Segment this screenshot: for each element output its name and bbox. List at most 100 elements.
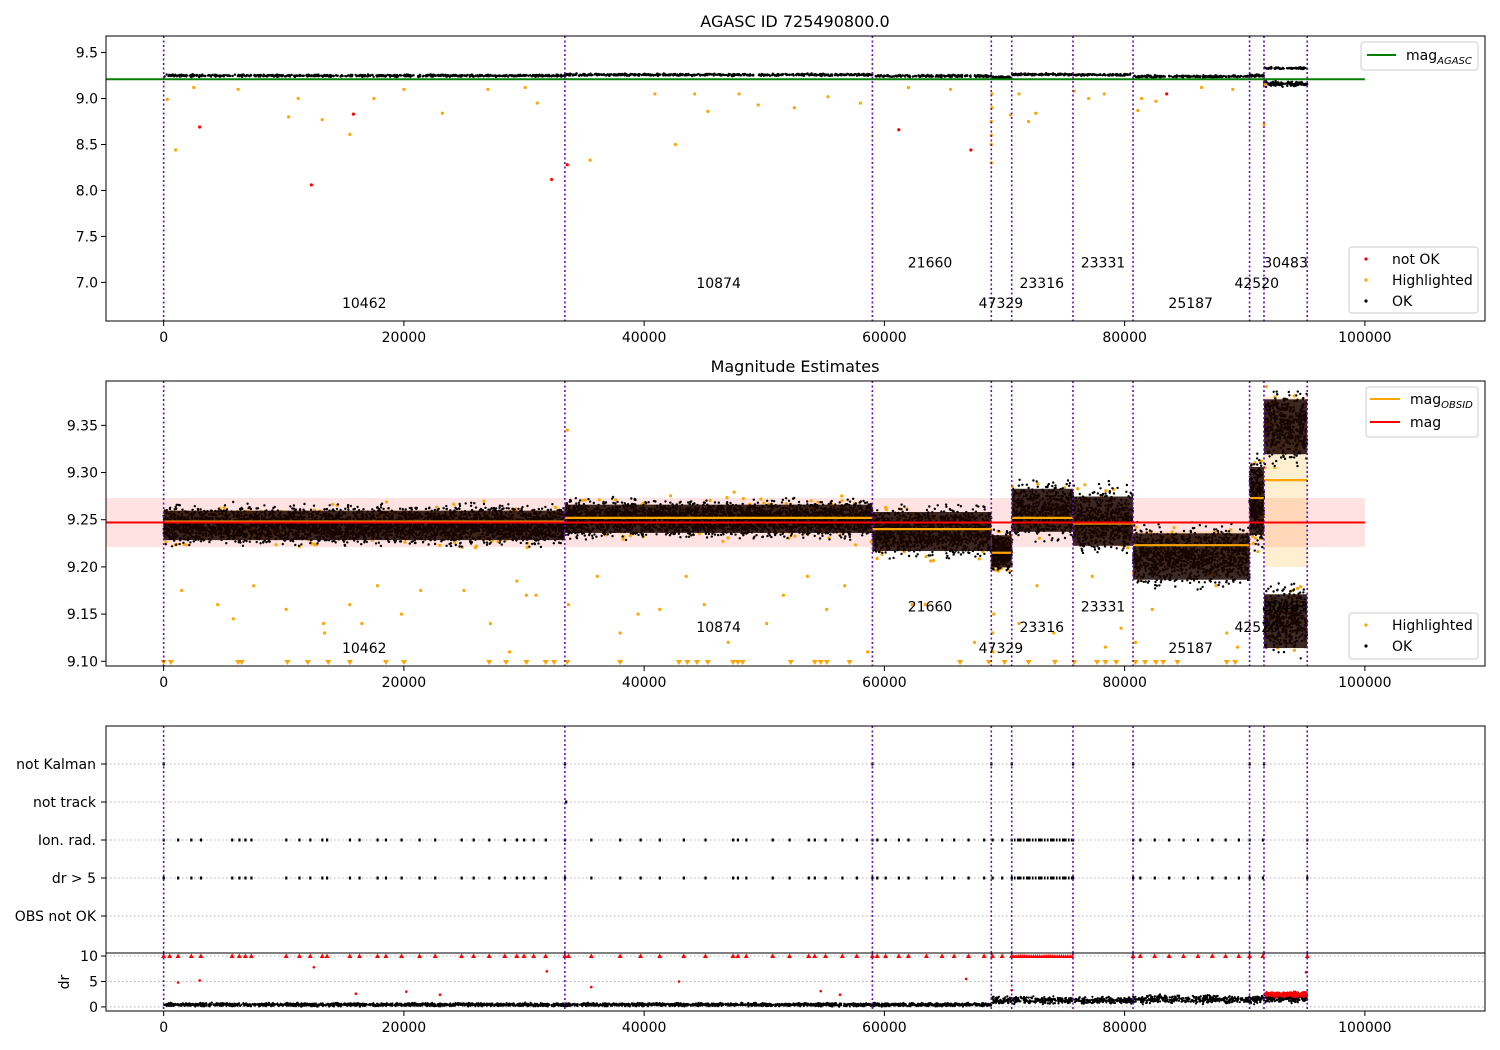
highlighted-point xyxy=(1126,546,1130,550)
ok-point xyxy=(799,73,802,76)
p1-ytick-label: 9.30 xyxy=(67,466,98,482)
ok-point xyxy=(174,505,177,509)
ok-point xyxy=(340,74,343,77)
ok-point xyxy=(829,74,832,77)
ok-point xyxy=(625,74,629,77)
ok-point xyxy=(776,73,779,76)
ok-point xyxy=(507,503,510,506)
ok-point xyxy=(1294,66,1297,70)
panel-agasc-title: AGASC ID 725490800.0 xyxy=(700,12,889,31)
ok-point xyxy=(347,74,350,77)
ok-point xyxy=(309,541,312,545)
ok-point xyxy=(591,73,594,77)
ok-point xyxy=(1186,75,1189,79)
panel-agasc: AGASC ID 725490800.0 7.07.58.08.59.09.5 … xyxy=(76,12,1486,346)
ok-point xyxy=(226,74,229,78)
highlighted-point xyxy=(1017,92,1021,96)
highlighted-point xyxy=(1251,541,1255,546)
ok-point xyxy=(549,508,552,511)
ok-point xyxy=(382,507,385,511)
ok-point xyxy=(344,74,347,78)
highlighted-point xyxy=(1036,482,1040,486)
ok-point xyxy=(512,508,515,511)
ok-point xyxy=(1280,81,1283,84)
ok-point xyxy=(1236,76,1239,79)
ok-point xyxy=(1020,73,1024,76)
ok-point xyxy=(1027,72,1030,76)
highlighted-point xyxy=(669,494,673,498)
ok-point xyxy=(427,543,430,546)
ok-point xyxy=(1001,75,1004,78)
ok-point xyxy=(253,73,256,77)
ok-point xyxy=(233,73,237,76)
ok-point xyxy=(245,74,248,78)
obsid-label: 47329 xyxy=(979,296,1024,312)
ok-point xyxy=(530,74,533,78)
ok-point xyxy=(544,74,547,78)
ok-point xyxy=(427,74,430,77)
not-ok-point xyxy=(1165,92,1169,96)
ok-point xyxy=(507,507,510,510)
ok-point xyxy=(742,74,746,77)
ok-point xyxy=(1167,75,1171,78)
ok-point xyxy=(405,74,408,77)
ok-point xyxy=(431,74,434,77)
highlighted-point xyxy=(1083,483,1087,487)
ok-point xyxy=(303,502,306,506)
ok-point xyxy=(895,74,898,77)
ok-point xyxy=(519,541,522,545)
ok-point xyxy=(1064,72,1067,76)
ok-point xyxy=(623,72,627,76)
highlighted-point xyxy=(1136,108,1140,113)
highlighted-point xyxy=(931,558,936,563)
ok-point xyxy=(1077,73,1080,76)
p0-ytick-label: 9.5 xyxy=(76,46,98,62)
highlighted-point xyxy=(726,536,730,540)
ok-point xyxy=(1233,74,1237,77)
highlighted-point xyxy=(977,557,981,561)
ok-point xyxy=(1119,74,1123,77)
ok-point xyxy=(470,501,473,504)
ok-point xyxy=(207,73,211,77)
obsid-label: 23316 xyxy=(1019,276,1064,292)
legend-ok-marker xyxy=(1364,299,1368,303)
ok-point xyxy=(1153,75,1156,79)
highlighted-point xyxy=(1292,648,1296,652)
ok-point xyxy=(198,75,201,78)
ok-point xyxy=(518,73,522,77)
p0-ytick-label: 7.0 xyxy=(76,275,98,291)
not-ok-point xyxy=(565,163,569,167)
ok-point xyxy=(374,542,378,545)
ok-point xyxy=(721,73,724,76)
highlighted-point xyxy=(1170,530,1174,534)
ok-point xyxy=(588,73,591,77)
ok-point xyxy=(332,74,335,78)
ok-point xyxy=(290,73,293,77)
ok-point xyxy=(1254,74,1258,77)
ok-point xyxy=(822,72,825,75)
highlighted-point xyxy=(1034,111,1038,115)
highlighted-point xyxy=(906,85,911,90)
ok-point xyxy=(1250,75,1253,78)
p1-xtick-label: 60000 xyxy=(862,675,907,691)
ok-point xyxy=(416,75,420,78)
ok-point xyxy=(222,74,225,77)
highlighted-point xyxy=(1264,385,1268,389)
ok-point xyxy=(762,74,766,78)
ok-point xyxy=(387,507,390,510)
ok-point xyxy=(835,73,839,76)
ok-point xyxy=(485,73,488,77)
ok-point xyxy=(189,541,192,544)
ok-point xyxy=(888,75,891,78)
highlighted-point xyxy=(1256,550,1260,554)
ok-point xyxy=(585,74,589,77)
ok-point xyxy=(964,74,968,77)
ok-point xyxy=(923,74,926,78)
ok-point xyxy=(648,73,652,77)
ok-point xyxy=(510,74,513,77)
ok-point xyxy=(465,75,468,78)
highlighted-point xyxy=(875,556,879,561)
ok-point xyxy=(231,74,234,78)
figure: AGASC ID 725490800.0 7.07.58.08.59.09.5 … xyxy=(15,12,1486,1036)
ok-point xyxy=(378,74,382,78)
